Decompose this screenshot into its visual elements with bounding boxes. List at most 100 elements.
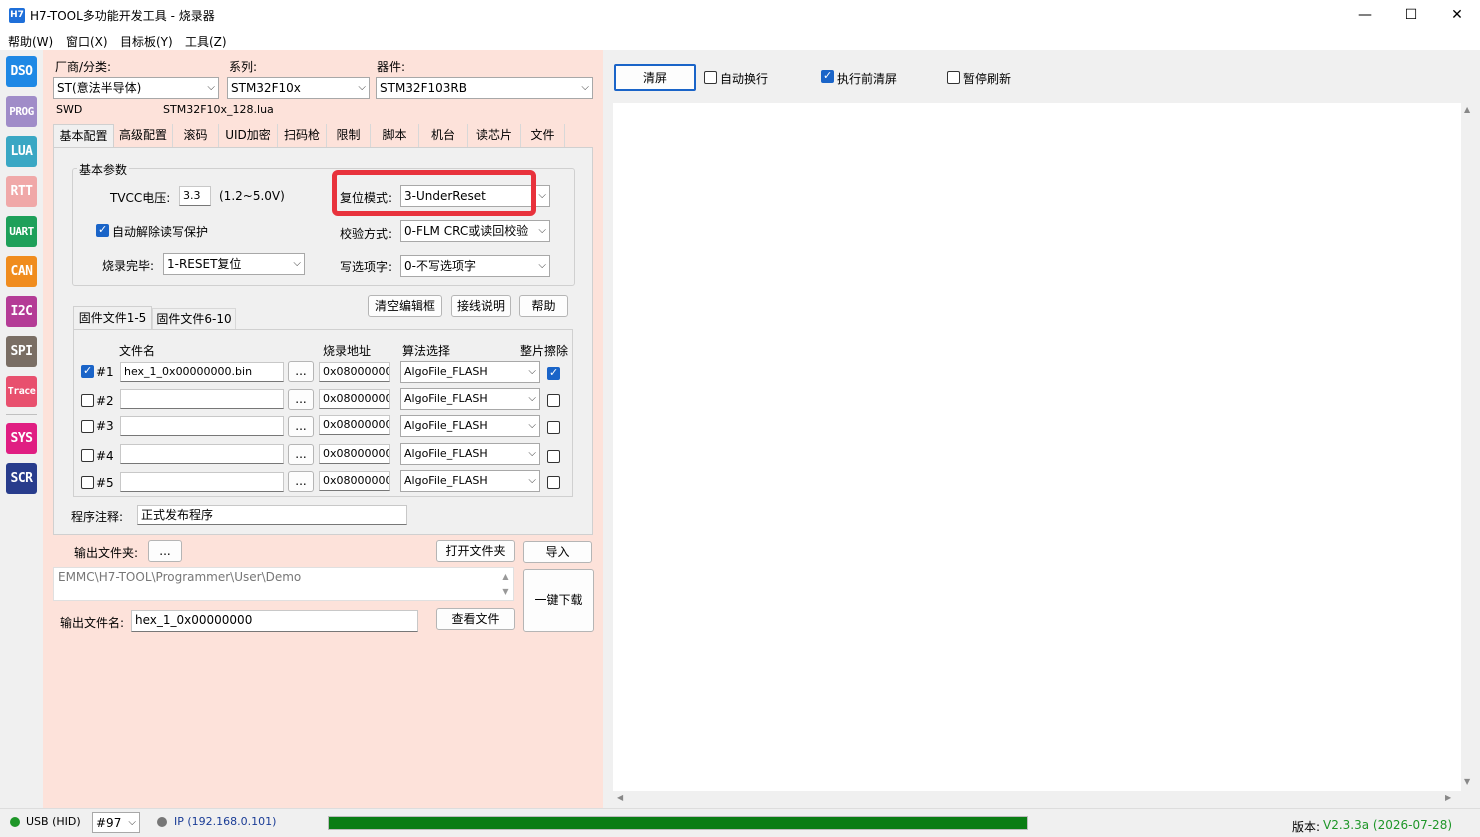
row-algo-select[interactable]: AlgoFile_FLASH ⌵ [400,388,540,410]
menu-window[interactable]: 窗口(X) [66,33,108,50]
row-address-input[interactable]: 0x08000000 [319,471,390,491]
series-value: STM32F10x [231,81,301,95]
verify-label: 校验方式: [340,227,393,241]
tab-firmware-1-5[interactable]: 固件文件1-5 [73,306,152,329]
row-erase-checkbox[interactable] [547,421,560,434]
row-browse-button[interactable]: ... [288,389,314,410]
log-output-area[interactable] [613,103,1461,791]
row-file-input[interactable] [120,472,284,492]
row-enable-checkbox[interactable] [81,449,94,462]
open-folder-button[interactable]: 打开文件夹 [436,540,515,562]
row-algo-select[interactable]: AlgoFile_FLASH ⌵ [400,415,540,437]
row-browse-button[interactable]: ... [288,361,314,382]
row-algo-value: AlgoFile_FLASH [404,419,488,432]
help-button[interactable]: 帮助 [519,295,568,317]
clear-screen-button[interactable]: 清屏 [614,64,696,91]
tab-file[interactable]: 文件 [521,124,565,147]
verify-select[interactable]: 0-FLM CRC或读回校验 ⌵ [400,220,550,242]
view-file-button[interactable]: 查看文件 [436,608,515,630]
vendor-select[interactable]: ST(意法半导体) ⌵ [53,77,219,99]
row-file-input[interactable] [120,389,284,409]
part-value: STM32F103RB [380,81,467,95]
tool-dso-button[interactable]: DSO [6,56,37,87]
row-enable-checkbox[interactable] [81,364,94,378]
row-address-input[interactable]: 0x08000000 [319,444,390,464]
comment-input[interactable]: 正式发布程序 [137,505,407,525]
tool-prog-button[interactable]: PROG [6,96,37,127]
output-folder-browse-button[interactable]: ... [148,540,182,562]
one-key-download-button[interactable]: 一键下载 [523,569,594,632]
title-bar: H7 H7-TOOL多功能开发工具 - 烧录器 — ☐ ✕ [0,0,1480,30]
clear-before-run-label: 执行前清屏 [837,72,898,86]
option-bytes-select[interactable]: 0-不写选项字 ⌵ [400,255,550,277]
maximize-button[interactable]: ☐ [1388,0,1434,30]
import-button[interactable]: 导入 [523,541,592,563]
row-address-input[interactable]: 0x08000000 [319,362,390,382]
tab-barcode-scanner[interactable]: 扫码枪 [278,124,327,147]
close-button[interactable]: ✕ [1434,0,1480,30]
row-browse-button[interactable]: ... [288,416,314,437]
scroll-left-icon[interactable]: ◀ [617,793,623,802]
row-enable-checkbox[interactable] [81,394,94,407]
after-prog-select[interactable]: 1-RESET复位 ⌵ [163,253,305,275]
clear-editor-button[interactable]: 清空编辑框 [368,295,442,317]
tool-scr-button[interactable]: SCR [6,463,37,494]
menu-target[interactable]: 目标板(Y) [120,33,173,50]
tab-script[interactable]: 脚本 [371,124,419,147]
log-horizontal-scrollbar[interactable]: ◀ ▶ [613,792,1461,806]
row-erase-checkbox[interactable] [547,450,560,463]
row-address-input[interactable]: 0x08000000 [319,415,390,435]
tab-uid-encrypt[interactable]: UID加密 [219,124,278,147]
pause-refresh-checkbox[interactable] [947,71,960,84]
series-label: 系列: [229,60,258,74]
comment-label: 程序注释: [71,510,124,524]
tool-spi-button[interactable]: SPI [6,336,37,367]
tab-basic-config[interactable]: 基本配置 [53,124,114,147]
row-erase-checkbox[interactable] [547,476,560,489]
path-scrollbar[interactable]: ▲ ▼ [499,569,512,599]
scroll-down-icon[interactable]: ▼ [1464,777,1470,786]
app-icon: H7 [9,8,25,23]
tab-advanced-config[interactable]: 高级配置 [114,124,173,147]
tool-sys-button[interactable]: SYS [6,423,37,454]
tool-can-button[interactable]: CAN [6,256,37,287]
output-filename-input[interactable]: hex_1_0x00000000 [131,610,418,632]
scroll-right-icon[interactable]: ▶ [1445,793,1451,802]
tab-rolling-code[interactable]: 滚码 [173,124,219,147]
minimize-button[interactable]: — [1342,0,1388,30]
row-file-input[interactable]: hex_1_0x00000000.bin [120,362,284,382]
row-browse-button[interactable]: ... [288,444,314,465]
row-algo-select[interactable]: AlgoFile_FLASH ⌵ [400,443,540,465]
auto-unlock-checkbox[interactable] [96,223,109,237]
log-vertical-scrollbar[interactable]: ▲ ▼ [1462,103,1476,791]
part-select[interactable]: STM32F103RB ⌵ [376,77,593,99]
row-file-input[interactable] [120,444,284,464]
tab-read-chip[interactable]: 读芯片 [468,124,521,147]
series-select[interactable]: STM32F10x ⌵ [227,77,370,99]
port-select[interactable]: #97 ⌵ [92,812,140,833]
row-algo-select[interactable]: AlgoFile_FLASH ⌵ [400,361,540,383]
wiring-help-button[interactable]: 接线说明 [451,295,511,317]
tool-trace-button[interactable]: Trace [6,376,37,407]
row-file-input[interactable] [120,416,284,436]
row-enable-checkbox[interactable] [81,476,94,489]
row-address-input[interactable]: 0x08000000 [319,389,390,409]
row-enable-checkbox[interactable] [81,420,94,433]
row-browse-button[interactable]: ... [288,471,314,492]
tab-machine[interactable]: 机台 [419,124,468,147]
scroll-up-icon[interactable]: ▲ [1464,105,1470,114]
row-erase-checkbox[interactable] [547,394,560,407]
menu-help[interactable]: 帮助(W) [8,33,53,50]
tvcc-input[interactable]: 3.3 [179,186,211,206]
row-erase-checkbox[interactable] [547,366,560,380]
auto-wrap-checkbox[interactable] [704,71,717,84]
tool-lua-button[interactable]: LUA [6,136,37,167]
menu-tools[interactable]: 工具(Z) [185,33,227,50]
tab-limit[interactable]: 限制 [327,124,371,147]
row-algo-select[interactable]: AlgoFile_FLASH ⌵ [400,470,540,492]
tool-rtt-button[interactable]: RTT [6,176,37,207]
tool-i2c-button[interactable]: I2C [6,296,37,327]
clear-before-run-checkbox[interactable] [821,69,834,83]
tab-firmware-6-10[interactable]: 固件文件6-10 [152,308,236,329]
tool-uart-button[interactable]: UART [6,216,37,247]
